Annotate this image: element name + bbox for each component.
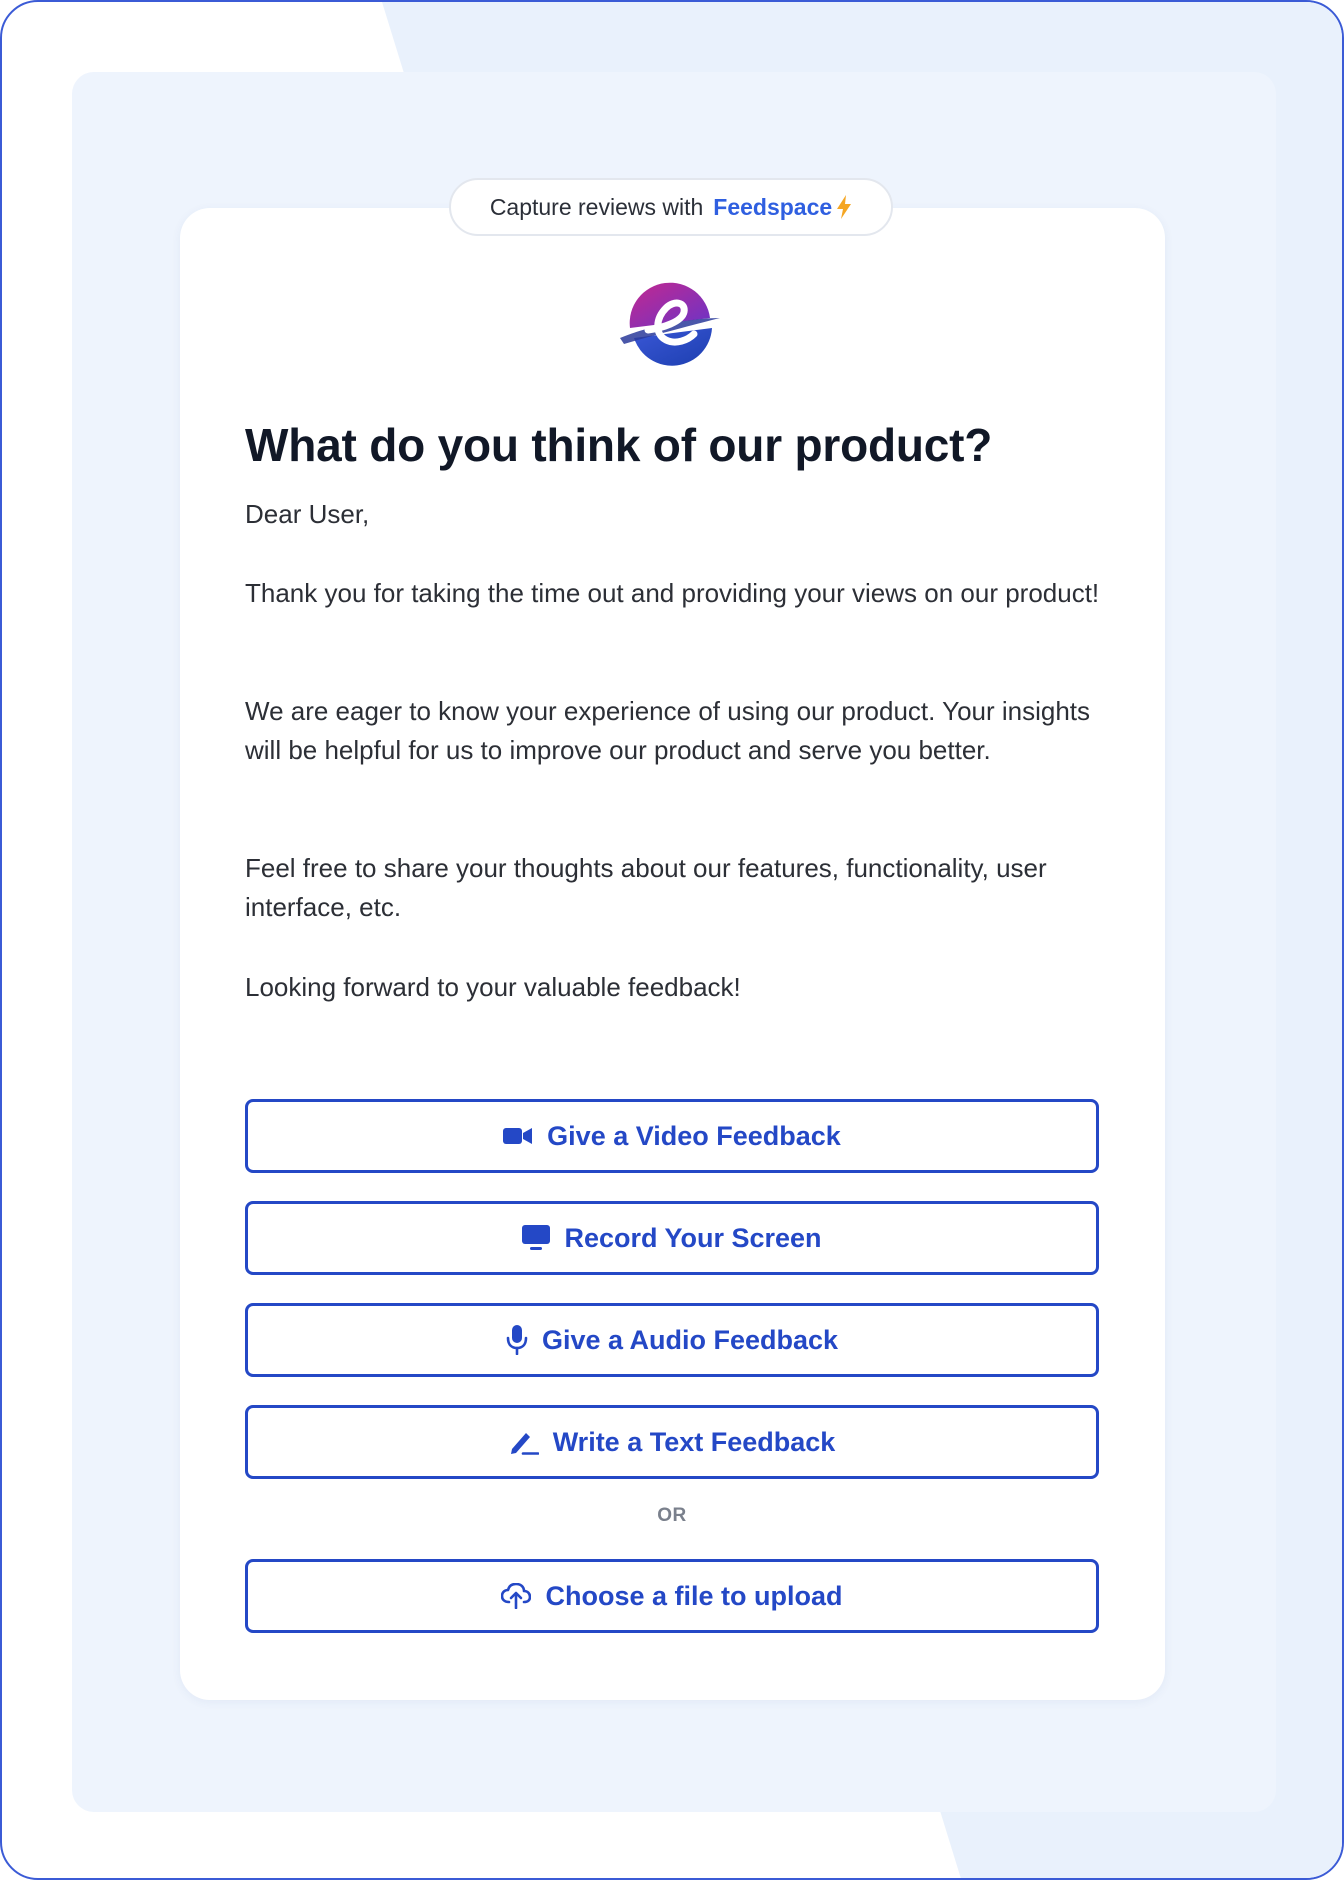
video-feedback-button[interactable]: Give a Video Feedback bbox=[245, 1099, 1099, 1173]
feedspace-brand-link[interactable]: Feedspace bbox=[713, 194, 832, 221]
lightning-bolt-icon bbox=[836, 195, 852, 219]
or-separator: OR bbox=[657, 1505, 687, 1526]
audio-feedback-button[interactable]: Give a Audio Feedback bbox=[245, 1303, 1099, 1377]
intro-paragraph-1: Thank you for taking the time out and pr… bbox=[245, 578, 1100, 608]
monitor-icon bbox=[522, 1225, 551, 1251]
intro-paragraph-4: Looking forward to your valuable feedbac… bbox=[245, 972, 741, 1002]
upload-file-button[interactable]: Choose a file to upload bbox=[245, 1559, 1099, 1633]
microphone-icon bbox=[506, 1325, 528, 1355]
company-logo bbox=[618, 278, 722, 368]
upload-file-label: Choose a file to upload bbox=[545, 1580, 843, 1611]
page-title: What do you think of our product? bbox=[245, 419, 993, 471]
cloud-upload-icon bbox=[501, 1583, 532, 1609]
text-feedback-button[interactable]: Write a Text Feedback bbox=[245, 1405, 1099, 1479]
capture-reviews-badge[interactable]: Capture reviews with Feedspace bbox=[449, 178, 893, 236]
greeting-text: Dear User, bbox=[245, 499, 370, 529]
record-screen-button[interactable]: Record Your Screen bbox=[245, 1201, 1099, 1275]
pen-icon bbox=[509, 1429, 539, 1455]
video-camera-icon bbox=[503, 1126, 533, 1146]
intro-paragraph-2: We are eager to know your experience of … bbox=[245, 696, 1091, 765]
record-screen-label: Record Your Screen bbox=[564, 1222, 822, 1253]
intro-paragraph-3: Feel free to share your thoughts about o… bbox=[245, 853, 1047, 922]
text-feedback-label: Write a Text Feedback bbox=[552, 1426, 836, 1457]
audio-feedback-label: Give a Audio Feedback bbox=[541, 1324, 839, 1355]
badge-prefix: Capture reviews with bbox=[489, 193, 704, 220]
video-feedback-label: Give a Video Feedback bbox=[547, 1120, 841, 1151]
